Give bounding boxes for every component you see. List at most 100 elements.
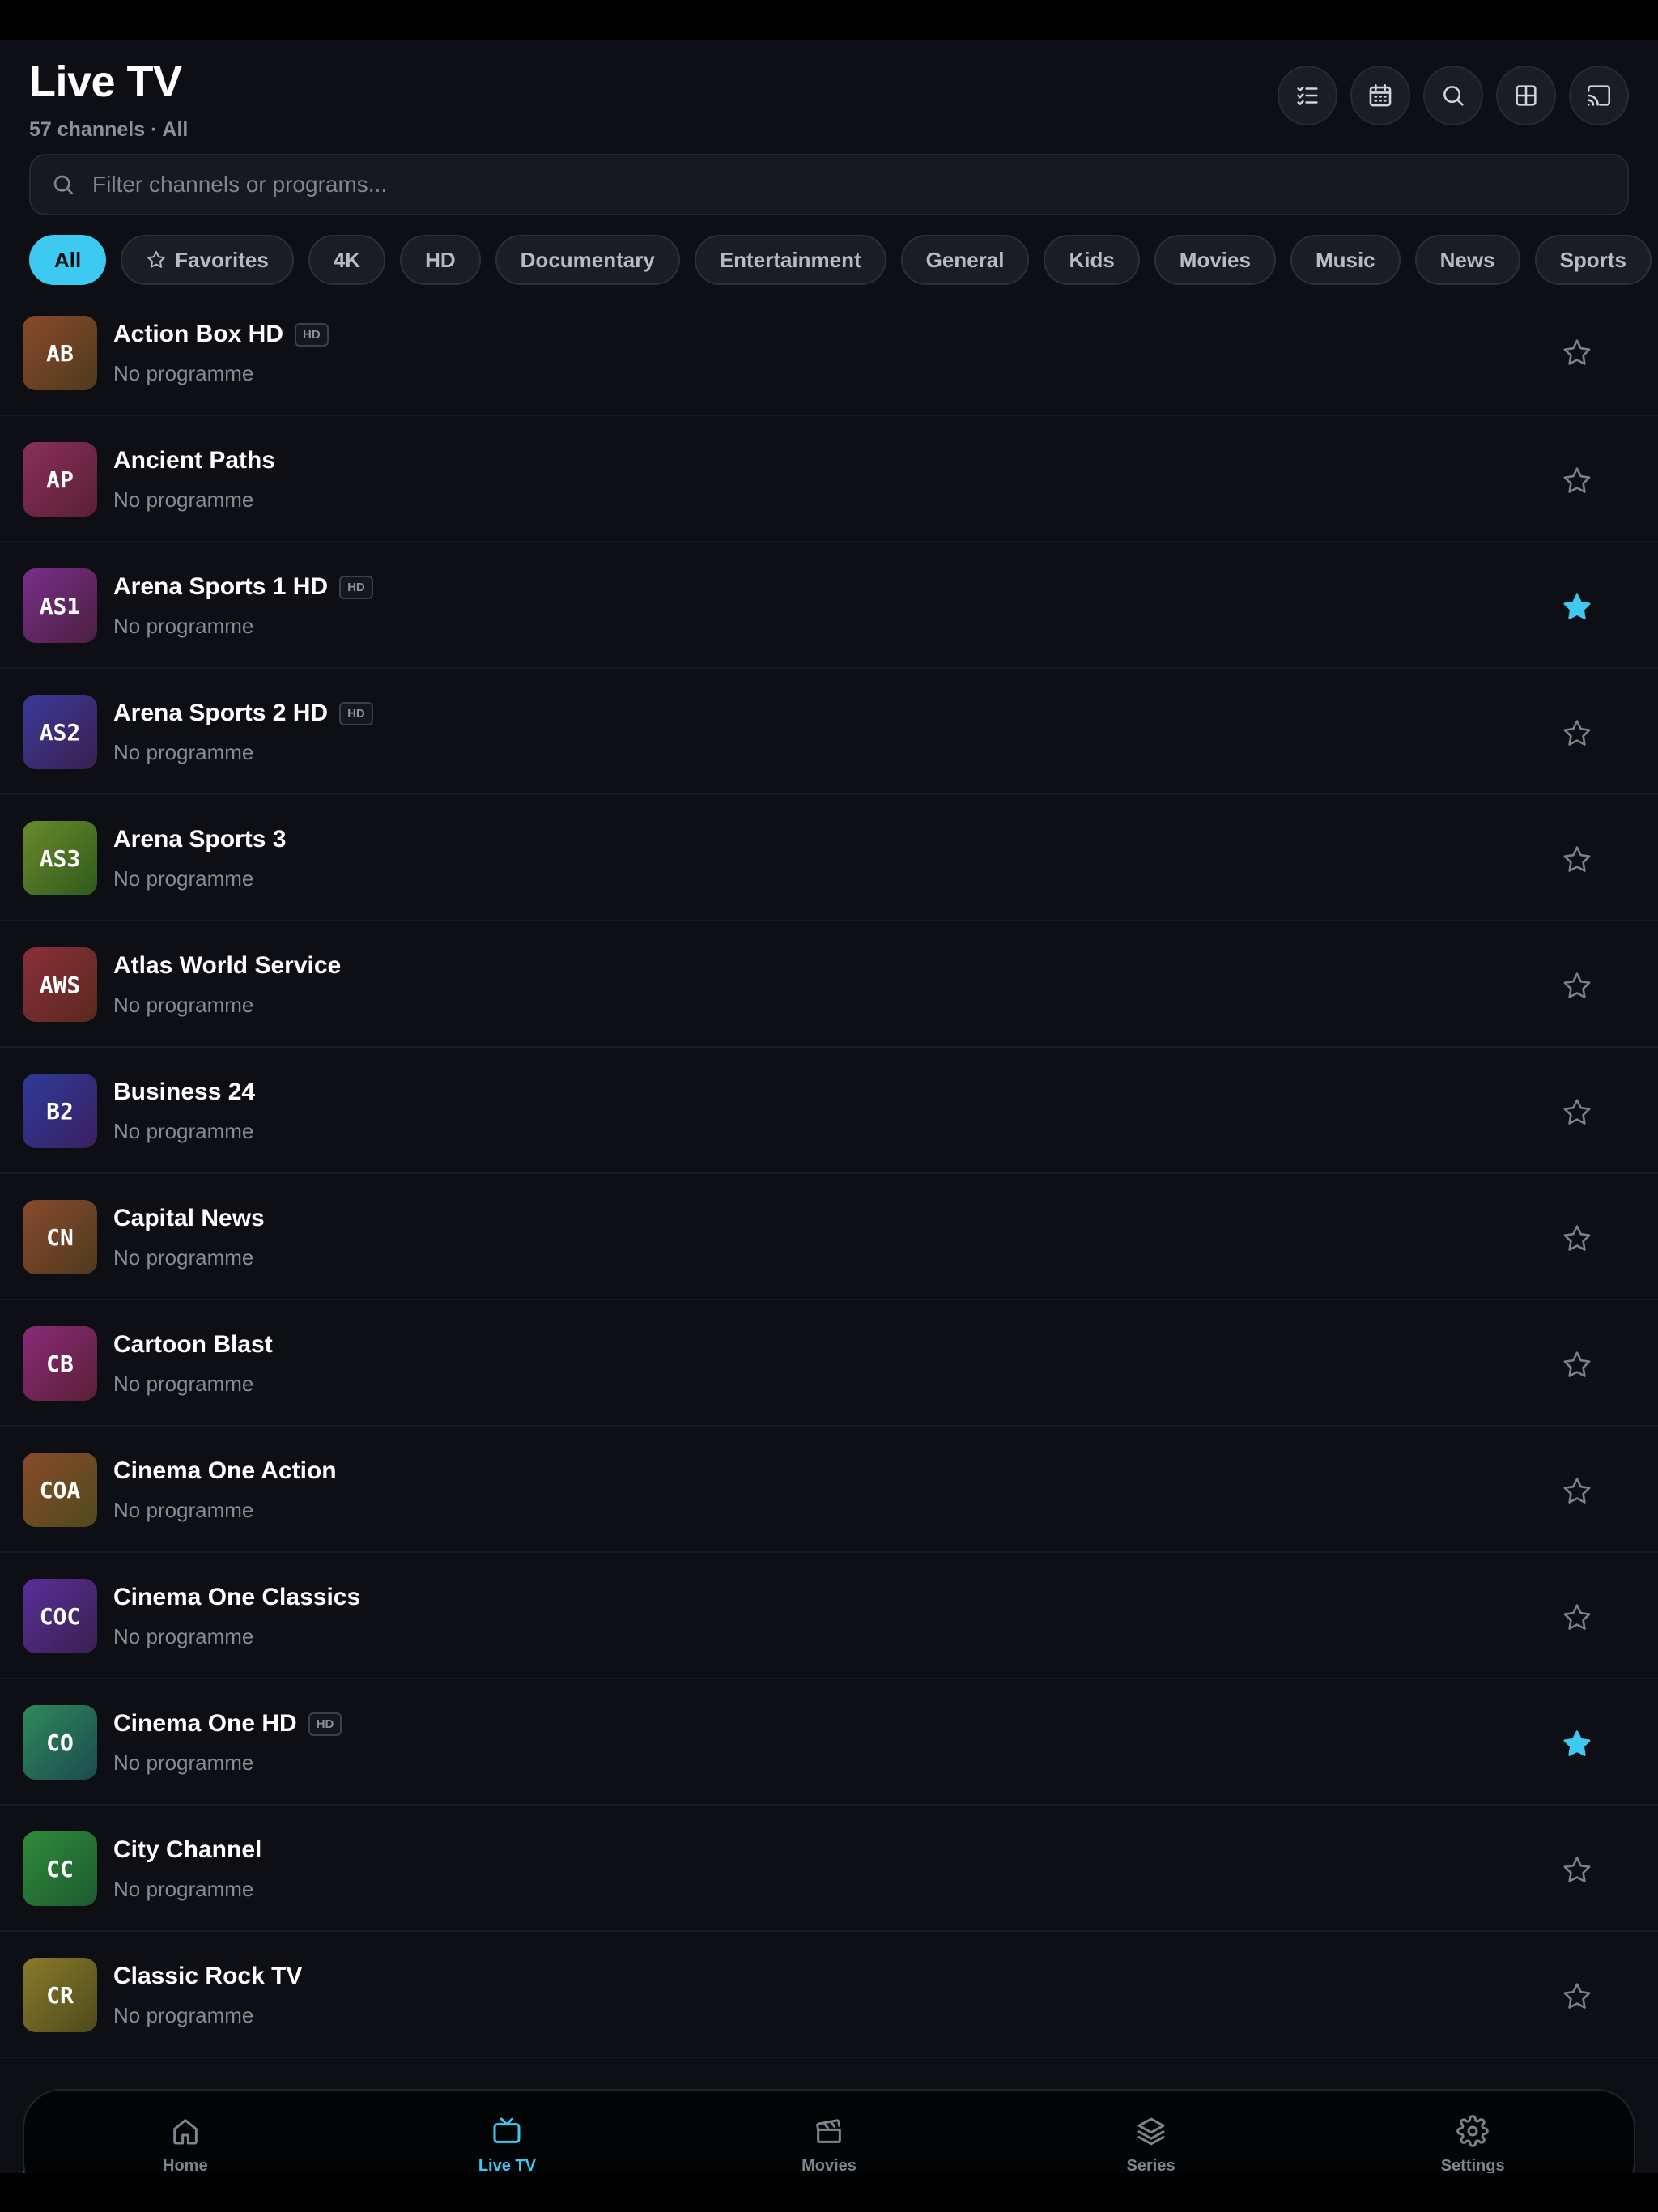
channel-program: No programme [113,1119,254,1143]
favorite-button[interactable] [1561,1728,1593,1760]
channel-info: Capital News No programme [113,1205,265,1270]
channel-row[interactable]: AS1 Arena Sports 1 HD HD No programme [0,542,1658,669]
channel-program: No programme [113,866,254,891]
channel-info: City Channel No programme [113,1836,261,1902]
channel-name-line: Cinema One Classics [113,1584,360,1611]
channel-info: Arena Sports 3 No programme [113,826,286,891]
channel-row[interactable]: CB Cartoon Blast No programme [0,1300,1658,1427]
hd-badge: HD [308,1712,342,1736]
channel-name: Cartoon Blast [113,1331,273,1358]
cast-button[interactable] [1569,66,1629,125]
channel-name: Arena Sports 1 HD [113,573,329,600]
star-icon [1563,846,1591,872]
filter-chip-music[interactable]: Music [1290,235,1401,285]
star-icon [1563,1604,1591,1630]
nav-movies[interactable]: Movies [668,2091,990,2173]
favorite-button[interactable] [1561,1349,1593,1381]
filter-chip-sports[interactable]: Sports [1534,235,1652,285]
favorite-button[interactable] [1561,717,1593,750]
page-header: Live TV 57 channels · All [29,57,188,142]
filter-chip-label: Sports [1559,247,1626,272]
channel-logo: COC [23,1579,97,1653]
favorite-button[interactable] [1561,465,1593,497]
bottom-navigation: Home Live TV Movies Series Settings [23,2089,1635,2173]
channel-logo: CR [23,1958,97,2032]
channel-program: No programme [113,487,254,512]
filter-chip-movies[interactable]: Movies [1154,235,1276,285]
channel-row[interactable]: COA Cinema One Action No programme [0,1427,1658,1553]
channel-name: City Channel [113,1836,262,1863]
channel-program: No programme [113,361,254,385]
channel-name-line: Classic Rock TV [113,1963,302,1990]
channel-name: Ancient Paths [113,447,276,474]
filter-chip-label: Music [1315,247,1375,272]
hd-badge: HD [295,322,329,347]
search-button[interactable] [1423,66,1483,125]
checklist-button[interactable] [1278,66,1337,125]
favorite-button[interactable] [1561,1854,1593,1887]
channel-name: Classic Rock TV [113,1963,303,1989]
channel-name-line: Atlas World Service [113,952,341,980]
channel-logo: AS3 [23,821,97,895]
channel-info: Cinema One Action No programme [113,1457,337,1523]
gear-icon [1456,2114,1489,2147]
favorite-button[interactable] [1561,1475,1593,1508]
nav-label: Home [163,2156,208,2174]
channel-name-line: Business 24 [113,1078,255,1106]
favorite-button[interactable] [1561,1980,1593,2013]
favorite-button[interactable] [1561,1602,1593,1634]
channel-row[interactable]: CC City Channel No programme [0,1806,1658,1932]
channel-row[interactable]: B2 Business 24 No programme [0,1048,1658,1174]
hd-badge: HD [339,701,373,725]
channel-logo: AS1 [23,568,97,643]
nav-home[interactable]: Home [24,2091,346,2173]
nav-settings[interactable]: Settings [1312,2091,1634,2173]
filter-chip-hd[interactable]: HD [400,235,481,285]
filter-chip-label: Entertainment [719,247,861,272]
nav-series[interactable]: Series [990,2091,1312,2173]
channel-row[interactable]: AP Ancient Paths No programme [0,416,1658,542]
filter-chip-label: HD [425,247,456,272]
search-icon [1443,86,1464,106]
channel-name-line: Arena Sports 1 HD HD [113,573,373,601]
filter-chip-news[interactable]: News [1414,235,1520,285]
filter-chip-all[interactable]: All [29,235,107,285]
toolbar [1278,66,1629,125]
channel-row[interactable]: COC Cinema One Classics No programme [0,1553,1658,1679]
channel-name: Cinema One HD [113,1710,297,1737]
channel-row[interactable]: CN Capital News No programme [0,1174,1658,1300]
filter-chip-favorites[interactable]: Favorites [121,235,294,285]
favorite-button[interactable] [1561,591,1593,623]
favorite-button[interactable] [1561,844,1593,876]
channel-info: Arena Sports 1 HD HD No programme [113,573,373,639]
filter-chip-documentary[interactable]: Documentary [495,235,680,285]
favorite-button[interactable] [1561,1096,1593,1129]
nav-live-tv[interactable]: Live TV [346,2091,669,2173]
star-icon [1563,1857,1591,1882]
channel-name: Arena Sports 3 [113,826,287,853]
favorite-button[interactable] [1561,337,1593,369]
favorite-button[interactable] [1561,970,1593,1002]
channel-info: Arena Sports 2 HD HD No programme [113,700,373,765]
channel-row[interactable]: AB Action Box HD HD No programme [0,311,1658,416]
channel-row[interactable]: AWS Atlas World Service No programme [0,921,1658,1048]
grid-view-button[interactable] [1496,66,1556,125]
hd-badge: HD [339,575,373,599]
page-subtitle: 57 channels · All [29,118,189,141]
calendar-button[interactable] [1350,66,1410,125]
app: Live TV 57 channels · All All Favorites 4K… [0,40,1658,2173]
filter-chip-kids[interactable]: Kids [1044,235,1140,285]
filter-chip-4k[interactable]: 4K [308,235,386,285]
channel-list[interactable]: AB Action Box HD HD No programme AP Ancient P… [0,311,1658,2058]
channel-logo: CC [23,1831,97,1906]
channel-row[interactable]: CO Cinema One HD HD No programme [0,1679,1658,1806]
search-input[interactable] [92,172,1627,198]
channel-row[interactable]: AS2 Arena Sports 2 HD HD No programme [0,669,1658,795]
channel-row[interactable]: AS3 Arena Sports 3 No programme [0,795,1658,921]
channel-program: No programme [113,1245,254,1270]
channel-row[interactable]: CR Classic Rock TV No programme [0,1932,1658,2058]
tv-icon [493,2117,521,2143]
favorite-button[interactable] [1561,1223,1593,1255]
filter-chip-general[interactable]: General [900,235,1030,285]
filter-chip-entertainment[interactable]: Entertainment [694,235,886,285]
